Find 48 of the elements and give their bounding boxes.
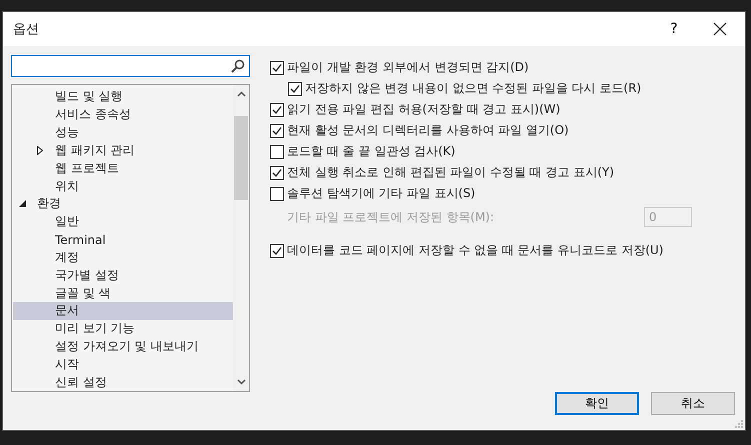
scroll-up-icon[interactable] <box>236 91 246 97</box>
tree-item[interactable]: 시작 <box>13 355 233 374</box>
checkbox[interactable] <box>270 124 284 138</box>
scrollbar[interactable] <box>233 85 249 391</box>
tree-item[interactable]: 미리 보기 기능 <box>13 320 233 338</box>
scroll-thumb[interactable] <box>234 116 248 200</box>
option-label: 파일이 개발 환경 외부에서 변경되면 감지(D) <box>287 59 529 76</box>
close-icon <box>713 22 727 36</box>
checkbox[interactable] <box>270 60 284 74</box>
dialog-button[interactable]: 확인 <box>555 392 639 415</box>
option-label: 전체 실행 취소로 인해 편집된 파일이 수정될 때 경고 표시(Y) <box>287 164 614 181</box>
checkbox[interactable] <box>270 166 284 180</box>
option-label: 솔루션 탐색기에 기타 파일 표시(S) <box>287 185 476 202</box>
search-icon <box>231 59 245 73</box>
checkbox[interactable] <box>270 102 284 116</box>
tree-item[interactable]: 빌드 및 실행 <box>13 88 233 106</box>
help-button[interactable]: ? <box>651 12 697 46</box>
search-field[interactable] <box>11 55 250 77</box>
tree-item[interactable]: 문서 <box>13 302 233 320</box>
option-label: 읽기 전용 파일 편집 허용(저장할 때 경고 표시)(W) <box>287 101 560 118</box>
tree-item[interactable]: 환경 <box>13 194 233 213</box>
checkbox[interactable] <box>288 82 302 96</box>
tree-item[interactable]: 설정 가져오기 및 내보내기 <box>13 338 233 356</box>
expanded-arrow-icon[interactable] <box>19 200 26 208</box>
tree-item[interactable]: 글꼴 및 색 <box>13 284 233 302</box>
option-label: 현재 활성 문서의 디렉터리를 사용하여 파일 열기(O) <box>287 122 569 139</box>
option-label: 데이터를 코드 페이지에 저장할 수 없을 때 문서를 유니코드로 저장(U) <box>287 242 664 259</box>
collapsed-arrow-icon[interactable] <box>37 146 43 155</box>
option-label: 저장하지 않은 변경 내용이 없으면 수정된 파일을 다시 로드(R) <box>305 80 642 97</box>
option-label: 기타 파일 프로젝트에 저장된 항목(M): <box>287 208 494 226</box>
scroll-down-icon[interactable] <box>236 379 246 385</box>
dialog-button[interactable]: 취소 <box>651 392 735 415</box>
checkbox[interactable] <box>270 144 284 158</box>
tree-item[interactable]: 웹 프로젝트 <box>13 159 233 178</box>
tree-item[interactable]: 성능 <box>13 124 233 142</box>
option-label: 로드할 때 줄 끝 일관성 검사(K) <box>287 143 456 160</box>
tree-item[interactable]: 계정 <box>13 248 233 266</box>
tree-item[interactable]: 신뢰 설정 <box>13 373 233 392</box>
tree-item[interactable]: 웹 패키지 관리 <box>13 141 233 160</box>
window-title: 옵션 <box>13 21 40 38</box>
tree-item[interactable]: 국가별 설정 <box>13 266 233 284</box>
checkbox[interactable] <box>270 186 284 200</box>
tree-item[interactable]: 일반 <box>13 212 233 231</box>
resize-grip-icon[interactable] <box>734 419 743 428</box>
tree-item[interactable]: Terminal <box>13 230 233 248</box>
checkbox[interactable] <box>270 244 284 258</box>
tree-item[interactable]: 서비스 종속성 <box>13 106 233 124</box>
tree-item[interactable]: 위치 <box>13 177 233 195</box>
